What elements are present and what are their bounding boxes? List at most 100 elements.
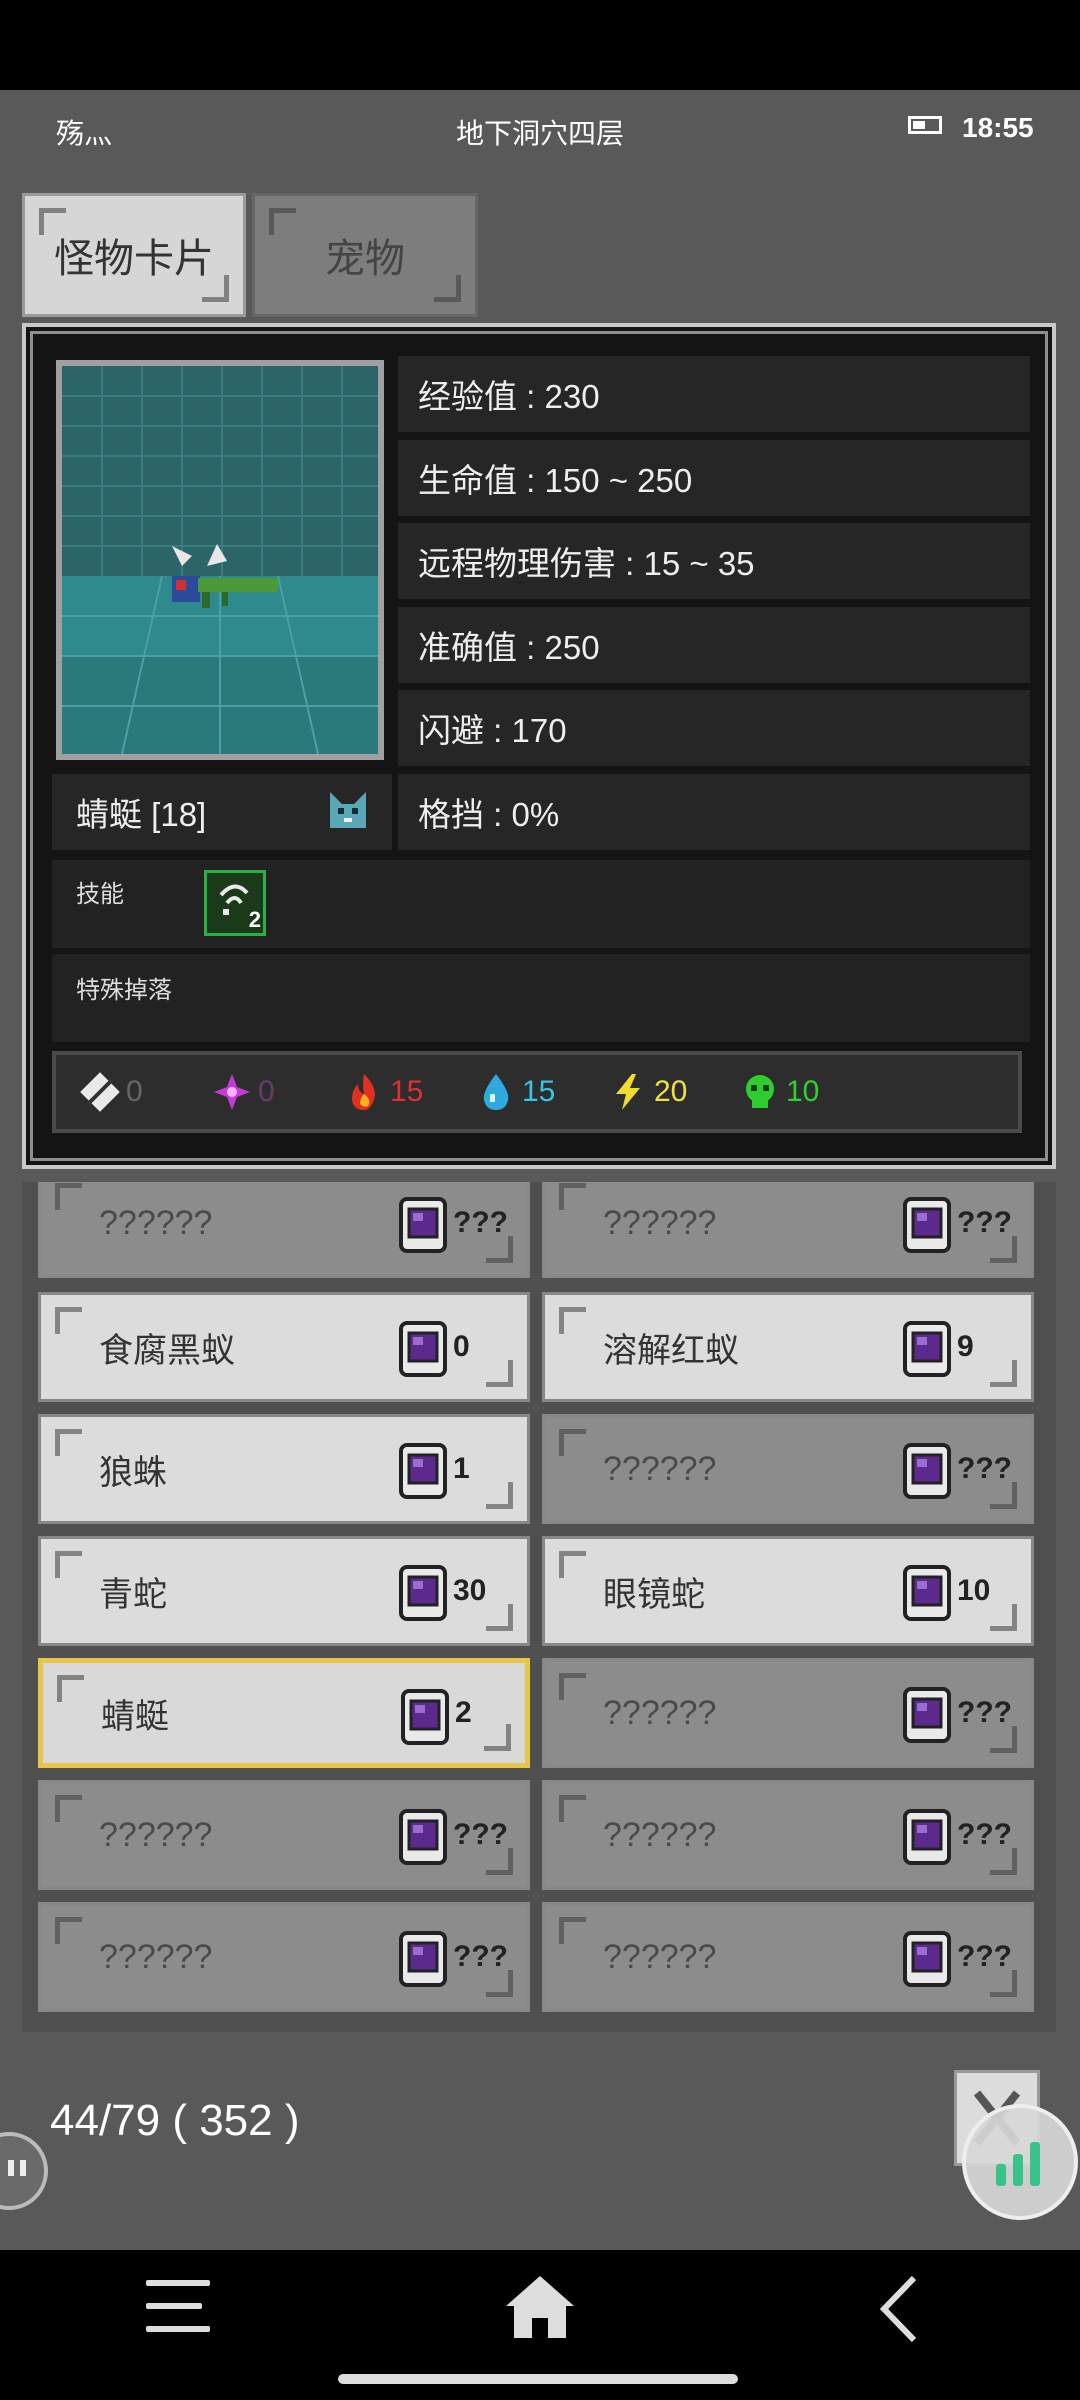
res-water: 15	[476, 1072, 588, 1112]
clock: 18:55	[962, 112, 1034, 143]
card-book-icon	[903, 1931, 951, 1987]
monster-card[interactable]: ?????????	[542, 1182, 1034, 1278]
card-count: ???	[957, 1940, 1012, 1973]
bar-chart-icon	[996, 2142, 1040, 2186]
card-name: 狼蛛	[99, 1453, 167, 1492]
card-count: 30	[453, 1574, 487, 1607]
res-physical: 0	[80, 1072, 192, 1112]
floating-stats-button[interactable]	[962, 2104, 1078, 2220]
res-magic: 0	[212, 1072, 324, 1112]
card-count: ???	[453, 1818, 508, 1851]
card-name: 眼镜蛇	[603, 1575, 705, 1614]
monster-card[interactable]: ?????????	[542, 1902, 1034, 2012]
card-book-icon	[399, 1565, 447, 1621]
monster-card[interactable]: 食腐黑蚁 0	[38, 1292, 530, 1402]
system-nav-bar	[0, 2250, 1080, 2400]
tab-label: 宠物	[325, 237, 405, 281]
status-bar: 殇灬 地下洞穴四层 18:55	[0, 90, 1080, 170]
chat-bubble-button[interactable]	[0, 2132, 48, 2210]
card-count: 0	[453, 1330, 470, 1363]
card-name: 溶解红蚁	[603, 1331, 739, 1370]
pause-icon	[8, 2160, 26, 2176]
battery-icon	[908, 116, 942, 134]
card-book-icon	[903, 1443, 951, 1499]
card-count: ???	[957, 1696, 1012, 1729]
skills-row: 技能 2	[52, 860, 1030, 948]
gesture-handle[interactable]	[338, 2374, 738, 2384]
card-book-icon	[399, 1197, 447, 1253]
card-name: ??????	[603, 1449, 717, 1488]
magic-icon	[214, 1074, 250, 1110]
card-count: ???	[957, 1206, 1012, 1239]
stat-exp: 经验值 : 230	[398, 356, 1030, 432]
skill-level: 2	[248, 907, 261, 932]
monster-card[interactable]: 青蛇 30	[38, 1536, 530, 1646]
monster-card[interactable]: ?????????	[38, 1182, 530, 1278]
card-name: 蜻蜓	[101, 1697, 169, 1736]
skill-slot[interactable]: 2	[204, 870, 266, 936]
card-count: ???	[453, 1206, 508, 1239]
stat-block: 格挡 : 0%	[398, 774, 1030, 850]
drops-label: 特殊掉落	[76, 977, 172, 1004]
card-name: ??????	[603, 1815, 717, 1854]
card-name: ??????	[603, 1203, 717, 1242]
card-name: 食腐黑蚁	[99, 1331, 235, 1370]
res-poison: 10	[740, 1072, 852, 1112]
collection-progress: 44/79 ( 352 )	[50, 2096, 300, 2145]
monster-card[interactable]: ?????????	[542, 1658, 1034, 1768]
card-list[interactable]: ?????????????????? 食腐黑蚁 0 溶解红蚁 9 狼蛛 1?????????…	[22, 1182, 1056, 2032]
monster-card[interactable]: ?????????	[542, 1414, 1034, 1524]
card-book-icon	[903, 1197, 951, 1253]
card-name: ??????	[603, 1937, 717, 1976]
card-book-icon	[903, 1321, 951, 1377]
card-count: 2	[455, 1696, 472, 1729]
card-count: ???	[957, 1452, 1012, 1485]
lightning-icon	[616, 1074, 640, 1110]
card-book-icon	[903, 1565, 951, 1621]
stat-dodge: 闪避 : 170	[398, 690, 1030, 766]
monster-card[interactable]: 狼蛛 1	[38, 1414, 530, 1524]
card-count: 10	[957, 1574, 991, 1607]
card-count: 1	[453, 1452, 470, 1485]
monster-name: 蜻蜓 [18]	[76, 796, 207, 833]
poison-icon	[746, 1075, 774, 1108]
stat-ranged-damage: 远程物理伤害 : 15 ~ 35	[398, 523, 1030, 599]
card-name: ??????	[99, 1203, 213, 1242]
monster-card[interactable]: ?????????	[38, 1780, 530, 1890]
card-count: ???	[453, 1940, 508, 1973]
cat-pet-icon	[330, 792, 366, 828]
tab-label: 怪物卡片	[54, 237, 214, 281]
tab-pets[interactable]: 宠物	[252, 193, 478, 317]
card-book-icon	[399, 1443, 447, 1499]
menu-icon[interactable]	[146, 2276, 210, 2336]
home-icon[interactable]	[504, 2274, 576, 2340]
water-icon	[483, 1074, 509, 1110]
fire-icon	[352, 1074, 375, 1110]
card-book-icon	[903, 1809, 951, 1865]
card-name: 青蛇	[99, 1575, 167, 1614]
drops-row: 特殊掉落	[52, 954, 1030, 1042]
monster-card[interactable]: 眼镜蛇 10	[542, 1536, 1034, 1646]
monster-card[interactable]: ?????????	[38, 1902, 530, 2012]
card-count: ???	[957, 1818, 1012, 1851]
card-name: ??????	[99, 1937, 213, 1976]
tab-monster-cards[interactable]: 怪物卡片	[22, 193, 246, 317]
stat-accuracy: 准确值 : 250	[398, 607, 1030, 683]
card-count: 9	[957, 1330, 974, 1363]
card-book-icon	[399, 1931, 447, 1987]
resistance-bar: 0 0 15 15 20 10	[52, 1051, 1022, 1133]
monster-card[interactable]: 溶解红蚁 9	[542, 1292, 1034, 1402]
back-icon[interactable]	[876, 2274, 920, 2344]
card-name: ??????	[99, 1815, 213, 1854]
monster-card[interactable]: 蜻蜓 2	[38, 1658, 530, 1768]
stat-hp: 生命值 : 150 ~ 250	[398, 440, 1030, 516]
card-book-icon	[401, 1689, 449, 1745]
card-book-icon	[903, 1687, 951, 1743]
res-fire: 15	[344, 1072, 456, 1112]
monster-card[interactable]: ?????????	[542, 1780, 1034, 1890]
physical-icon	[80, 1072, 120, 1112]
monster-name-box: 蜻蜓 [18]	[52, 774, 392, 850]
monster-portrait	[56, 360, 384, 760]
res-lightning: 20	[608, 1072, 720, 1112]
card-name: ??????	[603, 1693, 717, 1732]
